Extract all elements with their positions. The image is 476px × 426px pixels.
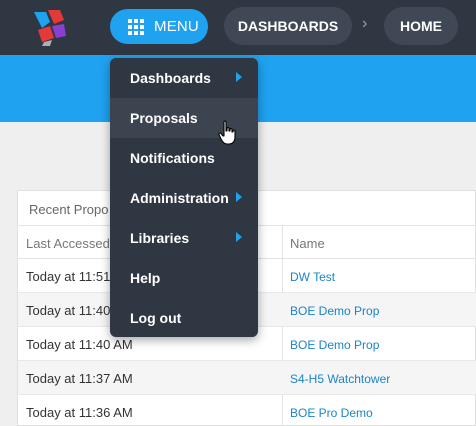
proposal-name-link[interactable]: DW Test [290, 270, 335, 284]
menu-item-label: Libraries [130, 230, 190, 246]
card-title: Recent Propo [29, 202, 109, 217]
grid-menu-icon [128, 18, 144, 35]
menu-item-label: Dashboards [130, 70, 211, 86]
proposal-name-link[interactable]: BOE Demo Prop [290, 338, 379, 352]
menu-item-label: Log out [130, 310, 182, 326]
last-accessed-cell: Today at 11:37 AM [26, 371, 133, 386]
main-menu-dropdown: Dashboards Proposals Notifications Admin… [110, 58, 258, 337]
menu-item-log-out[interactable]: Log out [110, 298, 258, 338]
menu-item-help[interactable]: Help [110, 258, 258, 298]
submenu-arrow-icon [236, 72, 242, 82]
column-header-last-accessed[interactable]: Last Accessed [26, 236, 110, 251]
menu-item-dashboards[interactable]: Dashboards [110, 58, 258, 98]
proposal-name-link[interactable]: BOE Demo Prop [290, 304, 379, 318]
column-header-name[interactable]: Name [290, 236, 325, 251]
menu-button-label: MENU [154, 18, 199, 35]
menu-item-libraries[interactable]: Libraries [110, 218, 258, 258]
menu-button[interactable]: MENU [110, 9, 208, 44]
last-accessed-cell: Today at 11:40 AM [26, 337, 133, 352]
submenu-arrow-icon [236, 232, 242, 242]
last-accessed-cell: Today at 11:40 [26, 303, 111, 318]
menu-item-administration[interactable]: Administration [110, 178, 258, 218]
submenu-arrow-icon [236, 192, 242, 202]
breadcrumb-dashboards[interactable]: DASHBOARDS [224, 7, 352, 45]
last-accessed-cell: Today at 11:36 AM [26, 405, 133, 420]
hand-pointer-cursor-icon [218, 120, 236, 145]
proposal-name-link[interactable]: BOE Pro Demo [290, 406, 373, 420]
menu-item-label: Notifications [130, 150, 215, 166]
table-row[interactable]: Today at 11:37 AM S4-H5 Watchtower [18, 361, 476, 395]
table-row[interactable]: Today at 11:36 AM BOE Pro Demo [18, 395, 476, 426]
chevron-right-icon: › [362, 15, 368, 32]
menu-item-label: Administration [130, 190, 229, 206]
last-accessed-cell: Today at 11:51 [26, 269, 111, 284]
proposal-name-link[interactable]: S4-H5 Watchtower [290, 372, 390, 386]
menu-item-label: Proposals [130, 110, 198, 126]
menu-item-label: Help [130, 270, 161, 286]
top-bar: MENU DASHBOARDS › HOME [0, 0, 476, 55]
breadcrumb-home[interactable]: HOME [384, 7, 458, 45]
app-logo-icon[interactable] [30, 8, 70, 46]
